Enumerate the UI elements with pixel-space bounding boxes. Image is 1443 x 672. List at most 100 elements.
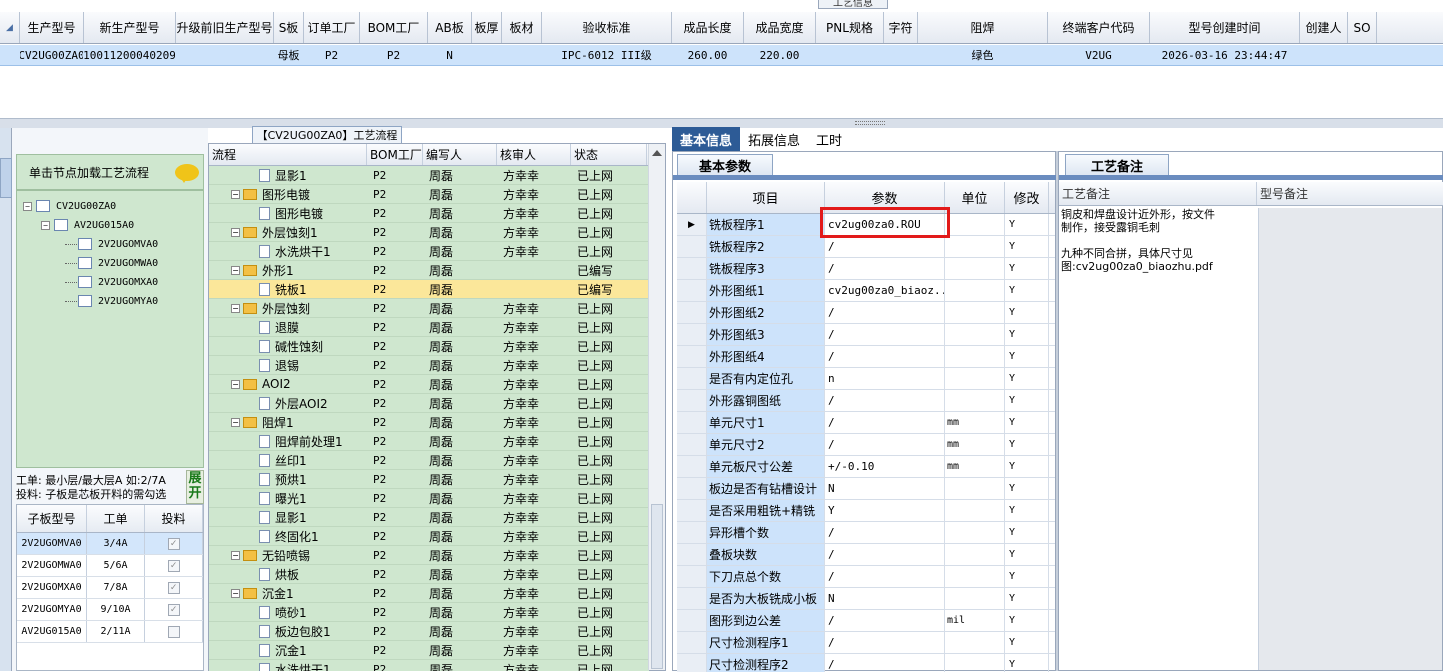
status[interactable]: 已上网 [571,223,647,241]
param-value[interactable]: n [825,368,945,389]
process-row[interactable]: 曝光1 P2 周磊 方幸幸 已上网 [209,489,649,508]
document-icon[interactable] [259,339,270,353]
column-header[interactable]: 型号创建时间 [1150,12,1300,43]
param-row[interactable]: 是否为大板铣成小板 N Y [677,588,1055,610]
collapse-toggle-icon[interactable]: − [23,201,32,211]
param-item[interactable]: 尺寸检测程序2 [707,654,825,672]
process-name-cell[interactable]: 图形电镀 [209,204,367,222]
column-header[interactable]: 板材 [502,12,542,43]
param-modify[interactable]: Y [1005,236,1049,257]
bom-factory[interactable]: P2 [367,451,423,469]
column-header[interactable]: 流程 [209,144,367,165]
bom-factory[interactable]: P2 [367,641,423,659]
process-row[interactable]: 水洗烘干1 P2 周磊 方幸幸 已上网 [209,242,649,261]
process-flow-tab[interactable]: 【CV2UG00ZA0】工艺流程 [252,126,402,143]
row-indicator[interactable] [677,654,707,672]
process-name-cell[interactable]: 水洗烘干1 [209,660,367,671]
param-unit[interactable]: mm [945,412,1005,433]
row-indicator[interactable] [677,566,707,587]
status[interactable]: 已上网 [571,432,647,450]
column-header[interactable]: 终端客户代码 [1048,12,1150,43]
process-row[interactable]: 沉金1 P2 周磊 方幸幸 已上网 [209,641,649,660]
board-node-icon[interactable] [78,276,92,288]
status[interactable]: 已上网 [571,641,647,659]
bom-factory[interactable]: P2 [367,413,423,431]
collapse-toggle-icon[interactable]: − [231,303,240,313]
param-item[interactable]: 下刀点总个数 [707,566,825,587]
param-value[interactable]: / [825,258,945,279]
process-name-cell[interactable]: − 无铅喷锡 [209,546,367,564]
param-modify[interactable]: Y [1005,214,1049,235]
param-value[interactable]: / [825,412,945,433]
tree-node[interactable]: 2V2UGOMXA0 [65,273,158,291]
process-name-cell[interactable]: 曝光1 [209,489,367,507]
param-row[interactable]: 尺寸检测程序2/ Y [677,654,1055,672]
author[interactable]: 周磊 [423,470,497,488]
column-header[interactable]: BOM工厂 [367,144,423,165]
table-cell[interactable]: P2 [360,45,428,65]
board-node-icon[interactable] [36,200,50,212]
bom-factory[interactable]: P2 [367,375,423,393]
param-unit[interactable] [945,280,1005,301]
process-name-cell[interactable]: 阻焊前处理1 [209,432,367,450]
author[interactable]: 周磊 [423,166,497,184]
process-row[interactable]: 丝印1 P2 周磊 方幸幸 已上网 [209,451,649,470]
author[interactable]: 周磊 [423,641,497,659]
row-indicator[interactable] [677,302,707,323]
param-value[interactable]: / [825,236,945,257]
column-header[interactable]: SO [1348,12,1377,43]
feed-cell[interactable]: ✓ [145,577,203,598]
bom-factory[interactable]: P2 [367,356,423,374]
param-value[interactable]: / [825,632,945,653]
author[interactable]: 周磊 [423,337,497,355]
status[interactable]: 已上网 [571,204,647,222]
process-name[interactable]: 板边包胶1 [275,623,331,640]
process-name[interactable]: 阻焊1 [262,414,294,431]
reviewer[interactable]: 方幸幸 [497,603,571,621]
param-item[interactable]: 外形图纸4 [707,346,825,367]
table-cell[interactable] [472,45,502,65]
folder-icon[interactable] [243,302,257,314]
author[interactable]: 周磊 [423,413,497,431]
column-header[interactable]: PNL规格 [816,12,884,43]
bom-factory[interactable]: P2 [367,204,423,222]
side-dock-tab[interactable] [0,158,12,198]
reviewer[interactable]: 方幸幸 [497,299,571,317]
table-cell[interactable]: 母板 [274,45,304,65]
status[interactable]: 已上网 [571,166,647,184]
process-name[interactable]: 退锡 [275,357,299,374]
author[interactable]: 周磊 [423,451,497,469]
folder-icon[interactable] [243,378,257,390]
feed-cell[interactable]: ✓ [145,599,203,620]
expand-button[interactable]: 展开 [186,470,204,504]
author[interactable]: 周磊 [423,318,497,336]
status[interactable]: 已上网 [571,546,647,564]
work-order[interactable]: 9/10A [87,599,145,620]
table-row[interactable]: 2V2UGOMWA0 5/6A ✓ [17,555,203,577]
process-name[interactable]: 外形1 [262,262,294,279]
status[interactable]: 已上网 [571,318,647,336]
param-value[interactable]: cv2ug00za0_biaoz... [825,280,945,301]
param-unit[interactable] [945,258,1005,279]
process-name-cell[interactable]: 铣板1 [209,280,367,298]
column-header[interactable]: 参数 [825,182,945,213]
column-header[interactable]: 验收标准 [542,12,672,43]
row-indicator[interactable] [677,258,707,279]
craft-remark-text[interactable]: 铜皮和焊盘设计近外形，按文件 制作，接受露铜毛刺 九种不同合拼，具体尺寸见 图:… [1061,208,1257,670]
param-item[interactable]: 单元尺寸1 [707,412,825,433]
param-row[interactable]: 外形露铜图纸 / Y [677,390,1055,412]
craft-remark-title[interactable]: 工艺备注 [1065,154,1169,176]
row-indicator[interactable] [677,522,707,543]
status[interactable]: 已上网 [571,242,647,260]
table-cell[interactable]: 260.00 [672,45,744,65]
table-cell[interactable] [1300,45,1348,65]
process-row[interactable]: 预烘1 P2 周磊 方幸幸 已上网 [209,470,649,489]
param-unit[interactable] [945,588,1005,609]
status[interactable]: 已上网 [571,470,647,488]
process-name[interactable]: 烘板 [275,566,299,583]
author[interactable]: 周磊 [423,261,497,279]
process-row[interactable]: − 外层蚀刻1 P2 周磊 方幸幸 已上网 [209,223,649,242]
document-icon[interactable] [259,624,270,638]
column-header[interactable]: 成品长度 [672,12,744,43]
tree-node-label[interactable]: CV2UG00ZA0 [56,201,116,212]
